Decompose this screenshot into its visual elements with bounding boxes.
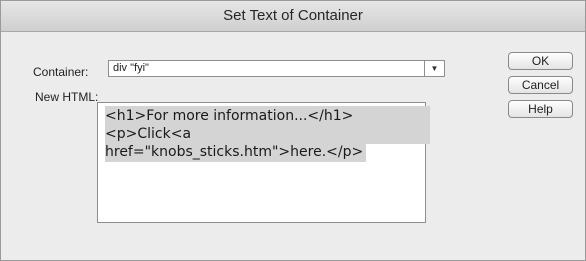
ok-button[interactable]: OK	[508, 52, 573, 70]
container-select[interactable]: div "fyi" ▼	[108, 60, 445, 77]
container-label: Container:	[33, 65, 89, 79]
code-line: <p>Click<a	[105, 124, 430, 144]
code-line: href="knobs_sticks.htm">here.</p>	[105, 142, 367, 162]
dialog-title: Set Text of Container	[1, 1, 585, 32]
dropdown-arrow-icon[interactable]: ▼	[424, 61, 444, 76]
new-html-label: New HTML:	[35, 90, 99, 104]
new-html-textarea[interactable]: <h1>For more information...</h1> <p>Clic…	[97, 102, 430, 223]
container-select-value: div "fyi"	[113, 62, 149, 74]
cancel-button[interactable]: Cancel	[508, 76, 573, 94]
set-text-dialog: Set Text of Container Container: div "fy…	[0, 0, 586, 261]
code-line: <h1>For more information...</h1>	[105, 106, 430, 126]
help-button[interactable]: Help	[508, 100, 573, 118]
